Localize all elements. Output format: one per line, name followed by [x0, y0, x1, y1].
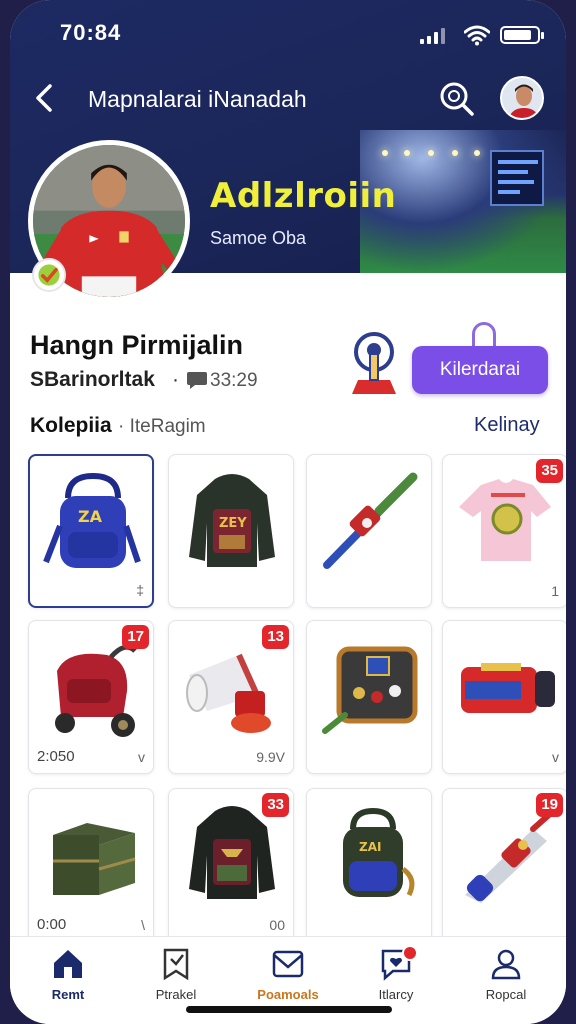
profile-header: 70:84 Mapnalarai iNanadah Adlzlroiin Sam…	[10, 0, 566, 302]
comment-icon	[187, 372, 207, 389]
nav-item-home[interactable]: Remt	[18, 947, 118, 1007]
item-meta: \	[141, 917, 145, 933]
item-card[interactable]: 17 2:050 v	[28, 620, 154, 774]
gadget-case-icon	[322, 646, 418, 734]
item-card[interactable]: ZAI	[306, 788, 432, 942]
nav-label-activity: Itlarcy	[378, 987, 414, 1002]
phone-screen: 70:84 Mapnalarai iNanadah Adlzlroiin Sam…	[10, 0, 566, 1024]
notification-dot	[402, 945, 418, 961]
home-icon	[54, 950, 82, 978]
status-bar: 70:84	[10, 14, 566, 54]
item-card[interactable]: 35 1	[442, 454, 566, 608]
shopping-bag-icon	[472, 322, 496, 348]
item-card[interactable]: 33 00	[168, 788, 294, 942]
collection-subtitle: · IteRagim	[118, 416, 206, 437]
nav-label-home: Remt	[51, 987, 85, 1002]
back-icon[interactable]	[30, 80, 60, 116]
bookmark-icon	[163, 948, 189, 981]
person-icon	[491, 949, 521, 980]
item-badge: 33	[262, 793, 289, 817]
item-meta: 9.9V	[256, 749, 285, 765]
collection-title: Kolepiia	[30, 414, 112, 437]
item-badge: 17	[122, 625, 149, 649]
team-subtitle: Samoe Oba	[210, 228, 307, 248]
red-bag-icon	[461, 663, 555, 713]
nav-item-mail[interactable]: Poamoals	[238, 947, 338, 1007]
verified-badge-icon	[32, 258, 66, 292]
item-badge: 13	[262, 625, 289, 649]
item-card[interactable]: 13 9.9V	[168, 620, 294, 774]
item-card[interactable]: v	[442, 620, 566, 774]
page-title: Mapnalarai iNanadah	[88, 86, 307, 112]
scoreboard-icon	[490, 150, 544, 206]
dark-jacket-icon: ZEY	[189, 474, 275, 567]
nav-label-bookmark: Ptrakel	[155, 987, 197, 1002]
status-time: 70:84	[60, 20, 122, 45]
item-card[interactable]: 0:00 \	[28, 788, 154, 942]
battery-level	[504, 30, 531, 40]
top-nav: Mapnalarai iNanadah	[10, 74, 566, 124]
green-backpack-icon: ZAI	[343, 807, 415, 897]
profile-handle: SBarinorltak	[30, 368, 155, 391]
item-card[interactable]: 19	[442, 788, 566, 942]
item-card[interactable]	[306, 620, 432, 774]
green-chest-icon	[53, 823, 136, 895]
nav-label-profile: Ropcal	[485, 987, 527, 1002]
user-avatar[interactable]	[500, 76, 544, 120]
collection-see-all-link[interactable]: Kelinay	[474, 414, 540, 437]
item-badge: 35	[536, 459, 563, 483]
signal-icon	[420, 28, 448, 44]
nav-item-activity[interactable]: Itlarcy	[346, 945, 446, 1007]
svg-text:ZA: ZA	[78, 507, 103, 526]
item-meta: v	[552, 749, 559, 765]
wifi-icon	[464, 25, 490, 46]
item-badge: 19	[536, 793, 563, 817]
nav-label-mail: Poamoals	[257, 987, 319, 1002]
follow-button[interactable]: Kilerdarai	[412, 346, 548, 394]
nav-item-bookmark[interactable]: Ptrakel	[126, 947, 226, 1007]
item-meta: 1	[551, 583, 559, 599]
search-icon[interactable]	[436, 78, 476, 118]
stadium-lights	[382, 150, 482, 160]
player-portrait-icon	[502, 78, 542, 118]
rocket-bat-icon	[323, 472, 418, 569]
nav-item-profile[interactable]: Ropcal	[456, 947, 556, 1007]
item-card[interactable]	[306, 454, 432, 608]
separator-dot: ·	[172, 368, 179, 391]
comment-count: 33:29	[210, 370, 258, 391]
item-meta: 00	[269, 917, 285, 933]
team-name: Adlzlroiin	[210, 176, 397, 216]
svg-text:ZEY: ZEY	[219, 516, 247, 531]
item-meta: v	[138, 749, 145, 765]
lock-trophy-icon	[352, 332, 396, 394]
blue-backpack-icon: ZA	[43, 472, 141, 568]
profile-name: Hangn Pirmijalin	[30, 330, 244, 360]
mail-icon	[272, 950, 304, 978]
item-card[interactable]: ZA ‡	[28, 454, 154, 608]
battery-icon	[500, 26, 544, 44]
item-price: 0:00	[37, 916, 67, 933]
item-card[interactable]: ZEY	[168, 454, 294, 608]
home-indicator	[186, 1006, 392, 1013]
item-meta: ‡	[136, 582, 144, 598]
svg-text:ZAI: ZAI	[359, 840, 381, 854]
item-price: 2:050	[37, 748, 75, 765]
